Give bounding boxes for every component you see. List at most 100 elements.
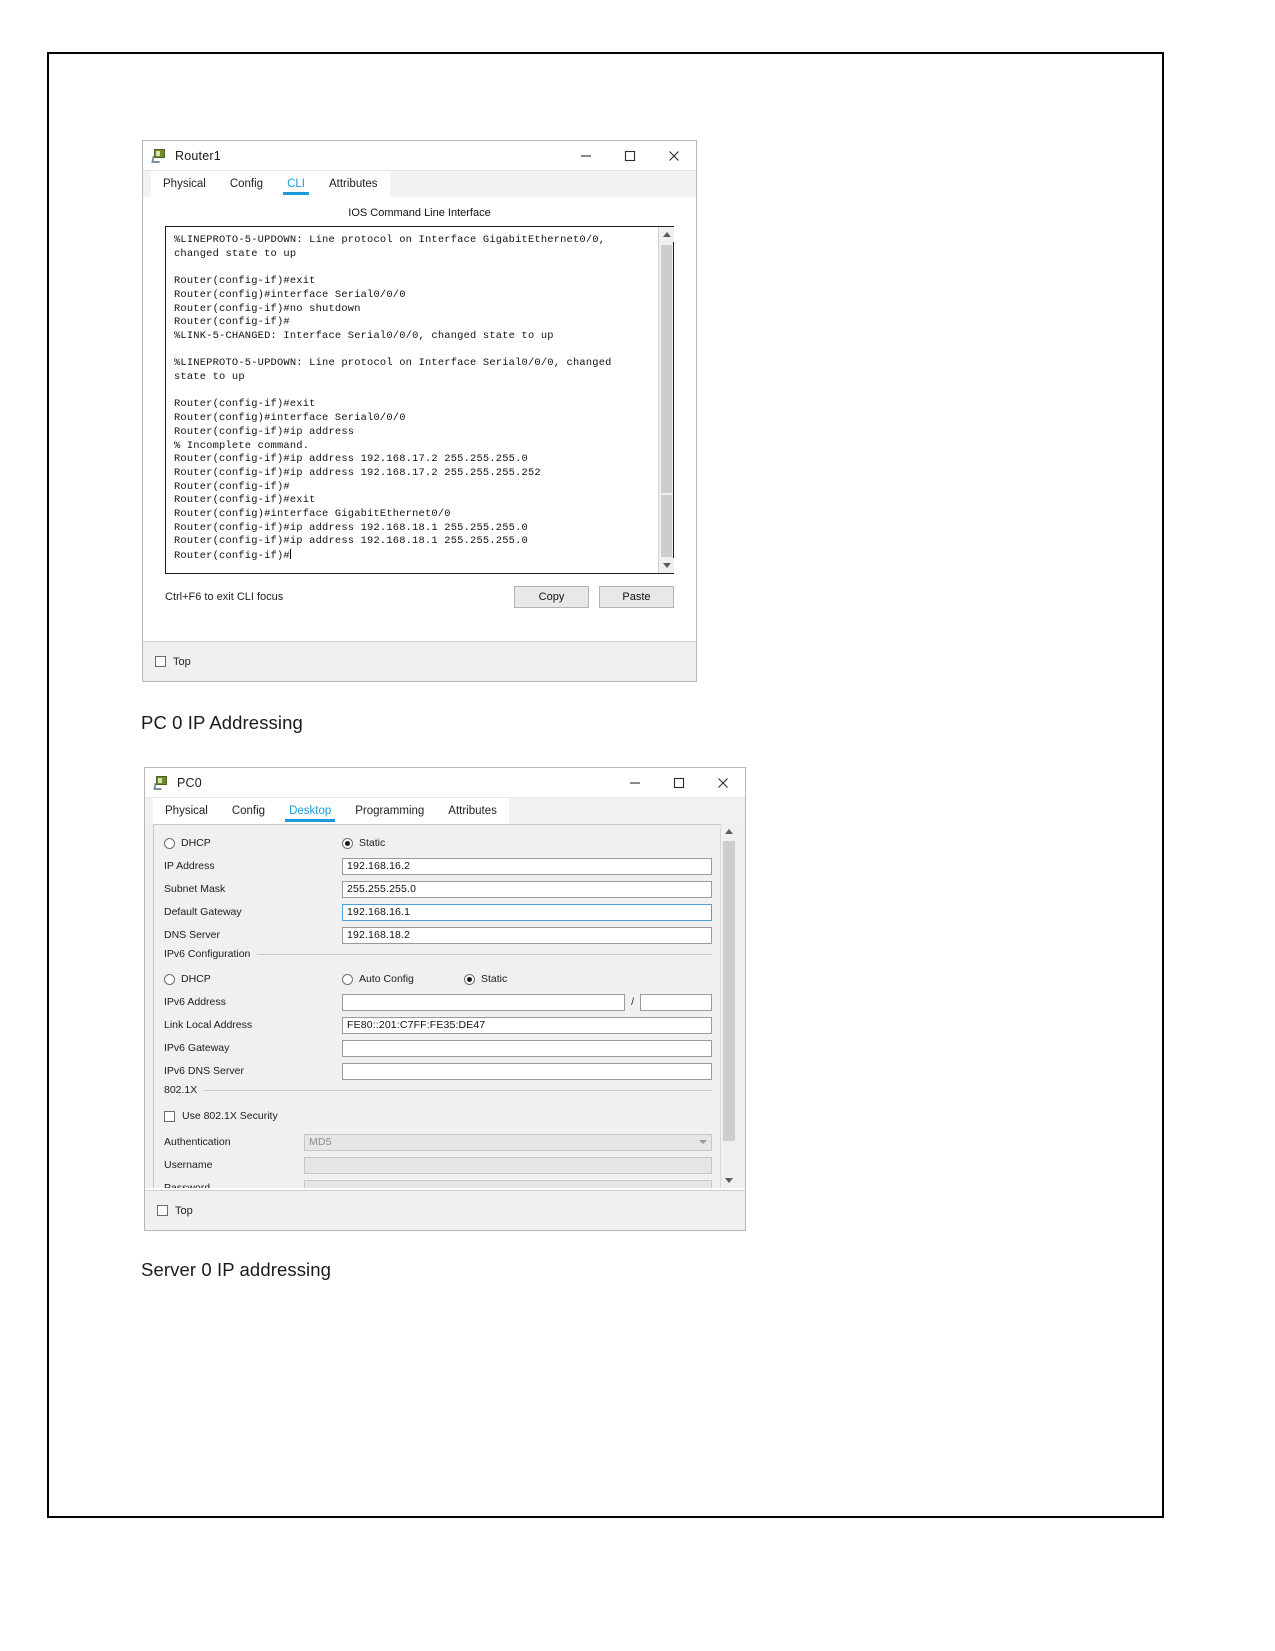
ipv6-address-row: IPv6 Address / [164,991,712,1013]
tab-config[interactable]: Config [217,171,276,197]
password-label: Password [164,1182,211,1188]
ipv6-prefix-input[interactable] [640,993,712,1011]
scroll-up-icon[interactable] [721,824,737,839]
dot1x-group: 802.1X Use 802.1X Security Authenticatio… [164,1084,712,1188]
cli-scrollbar[interactable] [658,227,674,573]
ip-address-input[interactable]: 192.168.16.2 [342,857,712,875]
chevron-down-icon [699,1140,707,1144]
pc0-window: PC0 Physical Config Desktop Programming … [144,767,746,1231]
top-label: Top [173,655,191,668]
cli-focus-hint: Ctrl+F6 to exit CLI focus [165,591,284,603]
cli-scroll-thumb-lower[interactable] [661,495,672,557]
ip-configuration-form: DHCP Static IP Address 192.168.16.2 Subn… [154,825,720,1188]
scroll-down-icon[interactable] [721,1173,737,1188]
ipv6-static-radio[interactable]: Static [464,973,507,985]
ipv6-group-title: IPv6 Configuration [164,948,258,960]
caption-pc0: PC 0 IP Addressing [141,712,303,733]
router1-window: Router1 Physical Config CLI Attributes I… [142,140,697,682]
ip-address-row: IP Address 192.168.16.2 [164,855,712,877]
default-gateway-input[interactable]: 192.168.16.1 [342,903,712,921]
checkbox-icon [164,1110,175,1122]
tab-physical[interactable]: Physical [153,798,220,824]
ipv4-dhcp-label: DHCP [181,837,211,849]
close-icon[interactable] [701,768,745,798]
top-checkbox[interactable] [155,656,166,667]
cli-console[interactable]: %LINEPROTO-5-UPDOWN: Line protocol on In… [165,226,674,574]
cli-output-body: %LINEPROTO-5-UPDOWN: Line protocol on In… [174,234,612,563]
subnet-mask-row: Subnet Mask 255.255.255.0 [164,878,712,900]
radio-on-icon [464,973,475,985]
ipv6-autoconfig-radio[interactable]: Auto Config [342,973,464,985]
link-local-address-input[interactable]: FE80::201:C7FF:FE35:DE47 [342,1016,712,1034]
paste-button[interactable]: Paste [599,586,674,608]
cli-caret [289,549,291,560]
ipv6-static-label: Static [481,973,508,985]
ipv4-static-label: Static [359,837,386,849]
ip-configuration-scroll-host: DHCP Static IP Address 192.168.16.2 Subn… [153,824,720,1188]
use-dot1x-security-label: Use 802.1X Security [182,1110,278,1122]
minimize-icon[interactable] [613,768,657,798]
radio-on-icon [342,837,353,849]
router1-tabstrip: Physical Config CLI Attributes [143,171,696,197]
default-gateway-label: Default Gateway [164,906,242,918]
authentication-row: Authentication MD5 [164,1131,712,1153]
subnet-mask-input[interactable]: 255.255.255.0 [342,880,712,898]
ip-config-scroll-thumb[interactable] [723,841,735,1141]
ipv6-dns-server-input[interactable] [342,1062,712,1080]
tab-programming[interactable]: Programming [343,798,437,824]
copy-button[interactable]: Copy [514,586,589,608]
tab-cli[interactable]: CLI [275,171,317,197]
device-icon [151,148,167,163]
tab-attributes[interactable]: Attributes [436,798,509,824]
ipv6-configuration-group: IPv6 Configuration DHCP Auto Config Stat… [164,948,712,1082]
ipv4-dhcp-radio[interactable]: DHCP [164,837,342,849]
ipv6-mode-row: DHCP Auto Config Static [164,967,712,991]
authentication-value: MD5 [309,1136,332,1148]
pc0-tabstrip: Physical Config Desktop Programming Attr… [145,798,745,824]
scroll-down-icon[interactable] [659,558,674,573]
radio-off-icon [164,973,175,985]
top-label: Top [175,1204,193,1217]
close-icon[interactable] [652,141,696,171]
device-icon [153,775,169,790]
ip-configuration-scrollbar[interactable] [720,824,737,1188]
ip-configuration-panel: DHCP Static IP Address 192.168.16.2 Subn… [145,824,745,1188]
ipv6-dns-server-label: IPv6 DNS Server [164,1065,244,1077]
subnet-mask-label: Subnet Mask [164,883,226,895]
maximize-icon[interactable] [657,768,701,798]
cli-footer: Ctrl+F6 to exit CLI focus Copy Paste [165,586,674,608]
username-input[interactable] [304,1156,712,1174]
dns-server-input[interactable]: 192.168.18.2 [342,926,712,944]
minimize-icon[interactable] [564,141,608,171]
cli-caption: IOS Command Line Interface [143,197,696,226]
cli-output-text[interactable]: %LINEPROTO-5-UPDOWN: Line protocol on In… [166,227,658,573]
router1-titlebar: Router1 [143,141,696,171]
ipv6-address-input[interactable] [342,993,626,1011]
tab-config[interactable]: Config [219,798,278,824]
pc0-window-title: PC0 [177,775,202,790]
password-input[interactable] [304,1179,712,1188]
authentication-select[interactable]: MD5 [304,1133,712,1151]
tab-desktop[interactable]: Desktop [277,798,344,824]
tab-physical[interactable]: Physical [151,171,218,197]
top-checkbox[interactable] [157,1205,168,1216]
pc0-titlebar: PC0 [145,768,745,798]
ipv6-gateway-label: IPv6 Gateway [164,1042,230,1054]
tab-attributes[interactable]: Attributes [316,171,390,197]
ipv6-gateway-row: IPv6 Gateway [164,1037,712,1059]
tabstrip-filler [508,798,745,824]
maximize-icon[interactable] [608,141,652,171]
password-row: Password [164,1177,712,1188]
ipv4-static-radio[interactable]: Static [342,837,385,849]
ipv6-dhcp-radio[interactable]: DHCP [164,973,342,985]
ipv6-dns-server-row: IPv6 DNS Server [164,1060,712,1082]
cli-scroll-thumb[interactable] [661,245,672,493]
use-dot1x-security-checkbox[interactable]: Use 802.1X Security [164,1105,712,1127]
username-row: Username [164,1154,712,1176]
ipv6-autoconfig-label: Auto Config [359,973,414,985]
link-local-address-row: Link Local Address FE80::201:C7FF:FE35:D… [164,1014,712,1036]
scroll-up-icon[interactable] [659,227,674,242]
authentication-label: Authentication [164,1136,231,1148]
ipv6-gateway-input[interactable] [342,1039,712,1057]
default-gateway-row: Default Gateway 192.168.16.1 [164,901,712,923]
